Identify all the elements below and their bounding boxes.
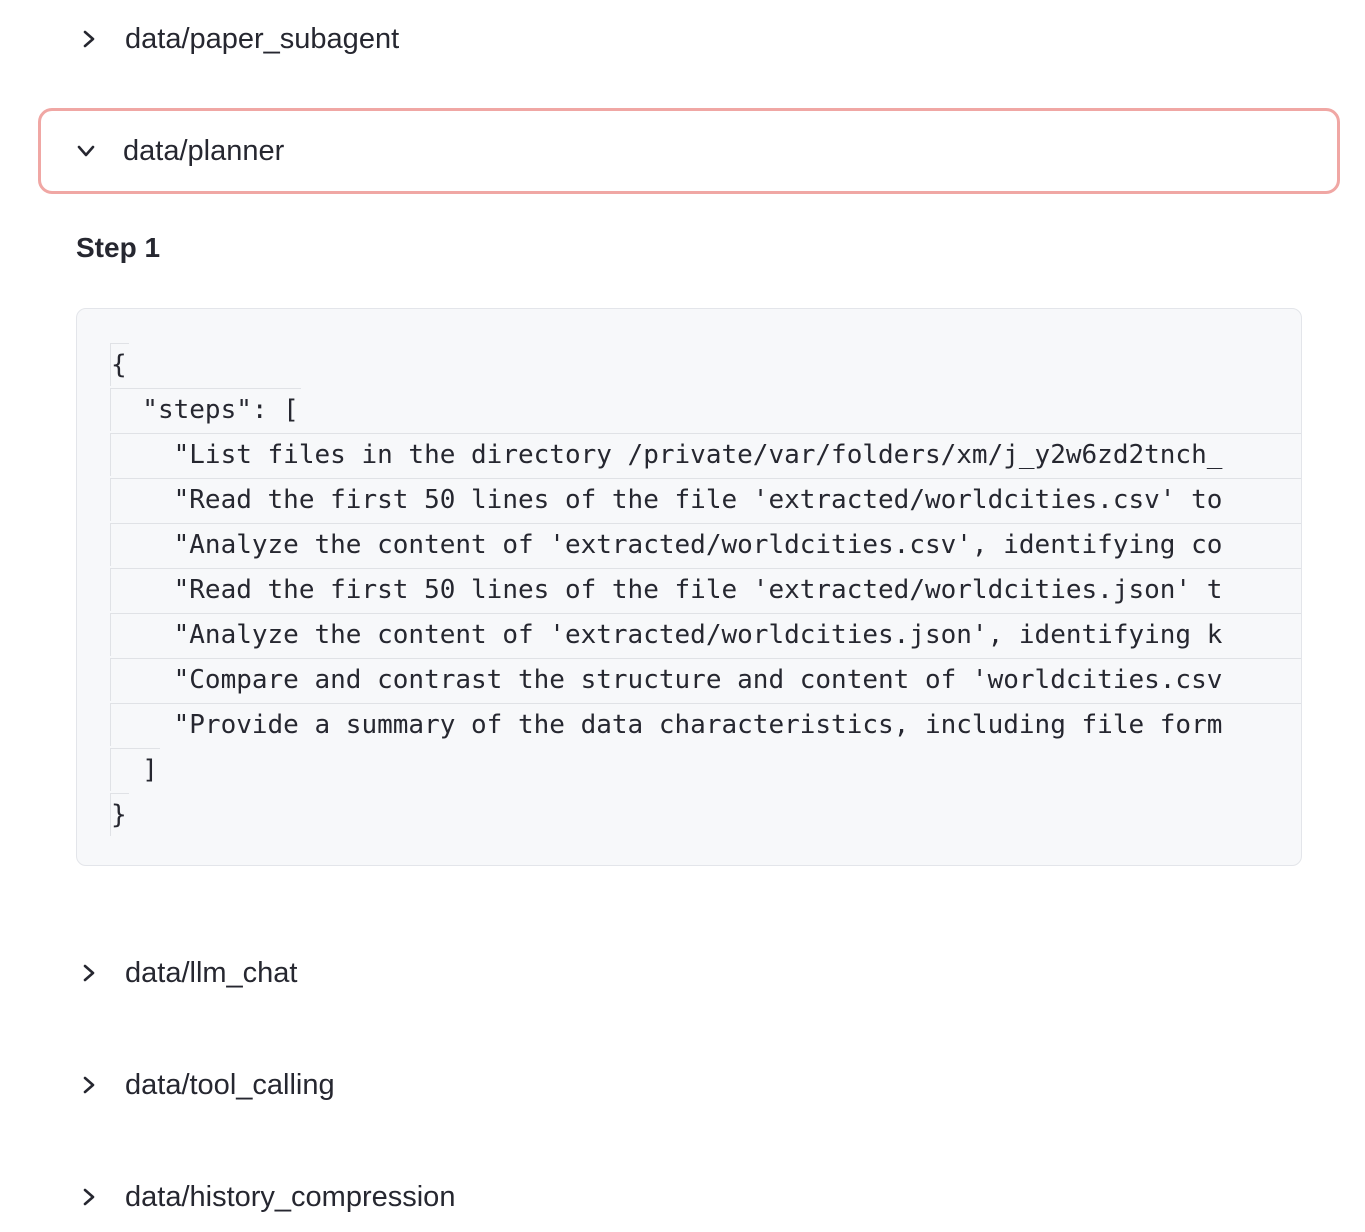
code-line: "List files in the directory /private/va… [110, 433, 1301, 478]
code-line: "steps": [ [110, 388, 1301, 433]
chevron-right-icon [79, 29, 99, 49]
code-content: { "steps": [ "List files in the director… [110, 343, 1301, 838]
step-title: Step 1 [76, 232, 161, 263]
code-block: { "steps": [ "List files in the director… [76, 308, 1302, 866]
expander-planner[interactable]: data/planner [38, 108, 1340, 194]
expander-paper-subagent[interactable]: data/paper_subagent [38, 0, 1340, 82]
code-line: "Compare and contrast the structure and … [110, 658, 1301, 703]
chevron-right-icon [79, 963, 99, 983]
code-line: "Provide a summary of the data character… [110, 703, 1301, 748]
code-line: ] [110, 748, 1301, 793]
expander-history-compression[interactable]: data/history_compression [38, 1154, 1340, 1232]
code-line: "Read the first 50 lines of the file 'ex… [110, 568, 1301, 613]
code-line: { [110, 343, 1301, 388]
chevron-right-icon [79, 1187, 99, 1207]
chevron-right-icon [79, 1075, 99, 1095]
code-line: "Read the first 50 lines of the file 'ex… [110, 478, 1301, 523]
expander-label: data/llm_chat [125, 956, 298, 989]
expander-label: data/tool_calling [125, 1068, 335, 1101]
expander-label: data/planner [123, 134, 285, 167]
expander-tool-calling[interactable]: data/tool_calling [38, 1042, 1340, 1128]
expander-label: data/paper_subagent [125, 22, 400, 55]
expander-llm-chat[interactable]: data/llm_chat [38, 930, 1340, 1016]
code-line: "Analyze the content of 'extracted/world… [110, 523, 1301, 568]
expander-label: data/history_compression [125, 1180, 456, 1213]
code-line: } [110, 793, 1301, 838]
chevron-down-icon [76, 141, 96, 161]
code-line: "Analyze the content of 'extracted/world… [110, 613, 1301, 658]
